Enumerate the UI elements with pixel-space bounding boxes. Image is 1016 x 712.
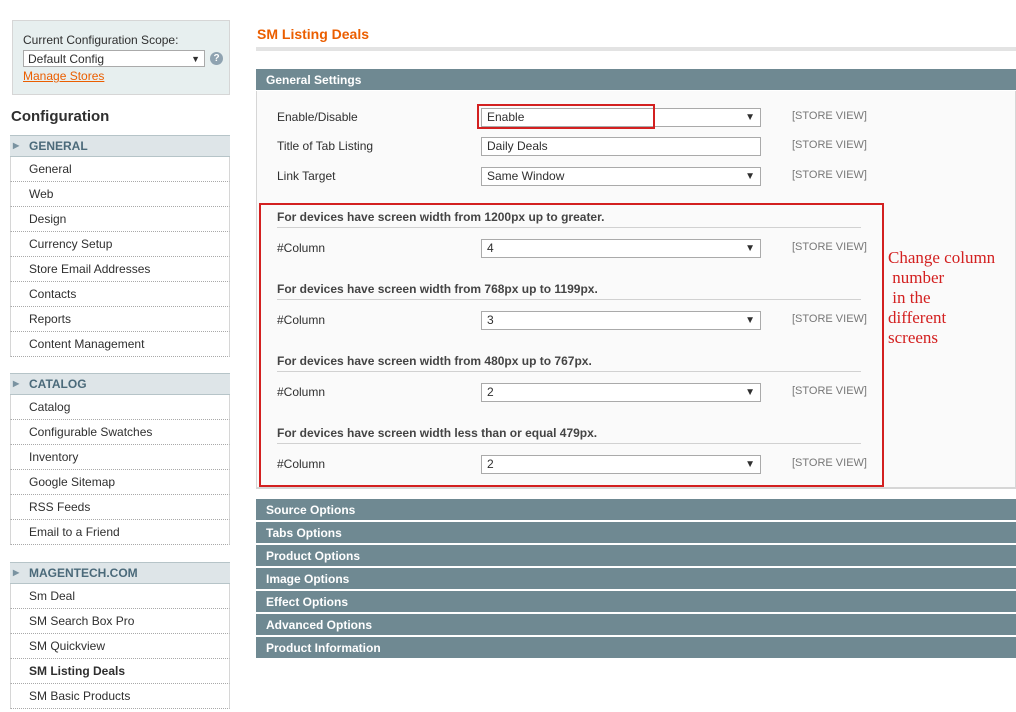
- sidebar-item-inventory[interactable]: Inventory: [10, 445, 230, 470]
- help-icon[interactable]: ?: [210, 52, 223, 65]
- chevron-down-icon: ▼: [745, 112, 755, 123]
- target-label: Link Target: [277, 169, 336, 183]
- scope-select[interactable]: Default Config ▼: [23, 50, 205, 67]
- sidebar-item-rss-feeds[interactable]: RSS Feeds: [10, 495, 230, 520]
- triangle-right-icon: ▶: [13, 141, 20, 150]
- scope-select-value: Default Config: [28, 52, 105, 66]
- target-select-value: Same Window: [487, 169, 565, 183]
- section-tabs-options[interactable]: Tabs Options: [256, 522, 1016, 544]
- sidebar-item-configurable-swatches[interactable]: Configurable Swatches: [10, 420, 230, 445]
- sidebar-group-general: ▶ GENERAL General Web Design Currency Se…: [10, 135, 230, 357]
- scope-switcher: Current Configuration Scope: Default Con…: [12, 20, 230, 95]
- title-label: Title of Tab Listing: [277, 139, 374, 153]
- section-image-options[interactable]: Image Options: [256, 568, 1016, 590]
- section-advanced-options[interactable]: Advanced Options: [256, 614, 1016, 636]
- section-product-information[interactable]: Product Information: [256, 637, 1016, 659]
- section-product-options[interactable]: Product Options: [256, 545, 1016, 567]
- sidebar-item-catalog[interactable]: Catalog: [10, 395, 230, 420]
- manage-stores-link[interactable]: Manage Stores: [23, 69, 104, 83]
- triangle-right-icon: ▶: [13, 379, 20, 388]
- sidebar-title: Configuration: [11, 108, 110, 125]
- sidebar-item-design[interactable]: Design: [10, 207, 230, 232]
- triangle-right-icon: ▶: [13, 568, 20, 577]
- sidebar-group-header-catalog[interactable]: ▶ CATALOG: [10, 373, 230, 395]
- sidebar-group-catalog: ▶ CATALOG Catalog Configurable Swatches …: [10, 373, 230, 545]
- enable-scope: [STORE VIEW]: [792, 110, 867, 122]
- sidebar-item-general[interactable]: General: [10, 157, 230, 182]
- highlight-box-responsive: [259, 203, 884, 487]
- target-scope: [STORE VIEW]: [792, 169, 867, 181]
- sidebar-group-header-general[interactable]: ▶ GENERAL: [10, 135, 230, 157]
- sidebar-item-email-to-friend[interactable]: Email to a Friend: [10, 520, 230, 545]
- title-input[interactable]: Daily Deals: [481, 137, 761, 156]
- title-scope: [STORE VIEW]: [792, 139, 867, 151]
- highlight-box-enable: [477, 104, 655, 129]
- sidebar-item-content-management[interactable]: Content Management: [10, 332, 230, 357]
- heading-divider: [256, 47, 1016, 51]
- section-effect-options[interactable]: Effect Options: [256, 591, 1016, 613]
- sidebar-item-sm-deal[interactable]: Sm Deal: [10, 584, 230, 609]
- scope-label: Current Configuration Scope:: [23, 33, 179, 47]
- sidebar-group-header-magentech[interactable]: ▶ MAGENTECH.COM: [10, 562, 230, 584]
- sidebar-item-contacts[interactable]: Contacts: [10, 282, 230, 307]
- sidebar-item-web[interactable]: Web: [10, 182, 230, 207]
- annotation-note: Change column number in the different sc…: [888, 248, 996, 347]
- section-general-settings[interactable]: General Settings: [256, 69, 1016, 91]
- sidebar-item-google-sitemap[interactable]: Google Sitemap: [10, 470, 230, 495]
- sidebar-item-store-email[interactable]: Store Email Addresses: [10, 257, 230, 282]
- sidebar-item-currency-setup[interactable]: Currency Setup: [10, 232, 230, 257]
- sidebar-item-sm-listing-deals[interactable]: SM Listing Deals: [10, 659, 230, 684]
- chevron-down-icon: ▼: [745, 171, 755, 182]
- sidebar-group-magentech: ▶ MAGENTECH.COM Sm Deal SM Search Box Pr…: [10, 562, 230, 709]
- sidebar-item-sm-search-box-pro[interactable]: SM Search Box Pro: [10, 609, 230, 634]
- chevron-down-icon: ▼: [191, 54, 200, 64]
- sidebar-item-reports[interactable]: Reports: [10, 307, 230, 332]
- sidebar-item-sm-basic-products[interactable]: SM Basic Products: [10, 684, 230, 709]
- page-title: SM Listing Deals: [257, 26, 370, 42]
- sidebar-group-label: CATALOG: [29, 377, 87, 391]
- sidebar-item-sm-quickview[interactable]: SM Quickview: [10, 634, 230, 659]
- sidebar-group-label: MAGENTECH.COM: [29, 566, 138, 580]
- target-select[interactable]: Same Window ▼: [481, 167, 761, 186]
- sidebar-group-label: GENERAL: [29, 139, 88, 153]
- enable-label: Enable/Disable: [277, 110, 358, 124]
- section-source-options[interactable]: Source Options: [256, 499, 1016, 521]
